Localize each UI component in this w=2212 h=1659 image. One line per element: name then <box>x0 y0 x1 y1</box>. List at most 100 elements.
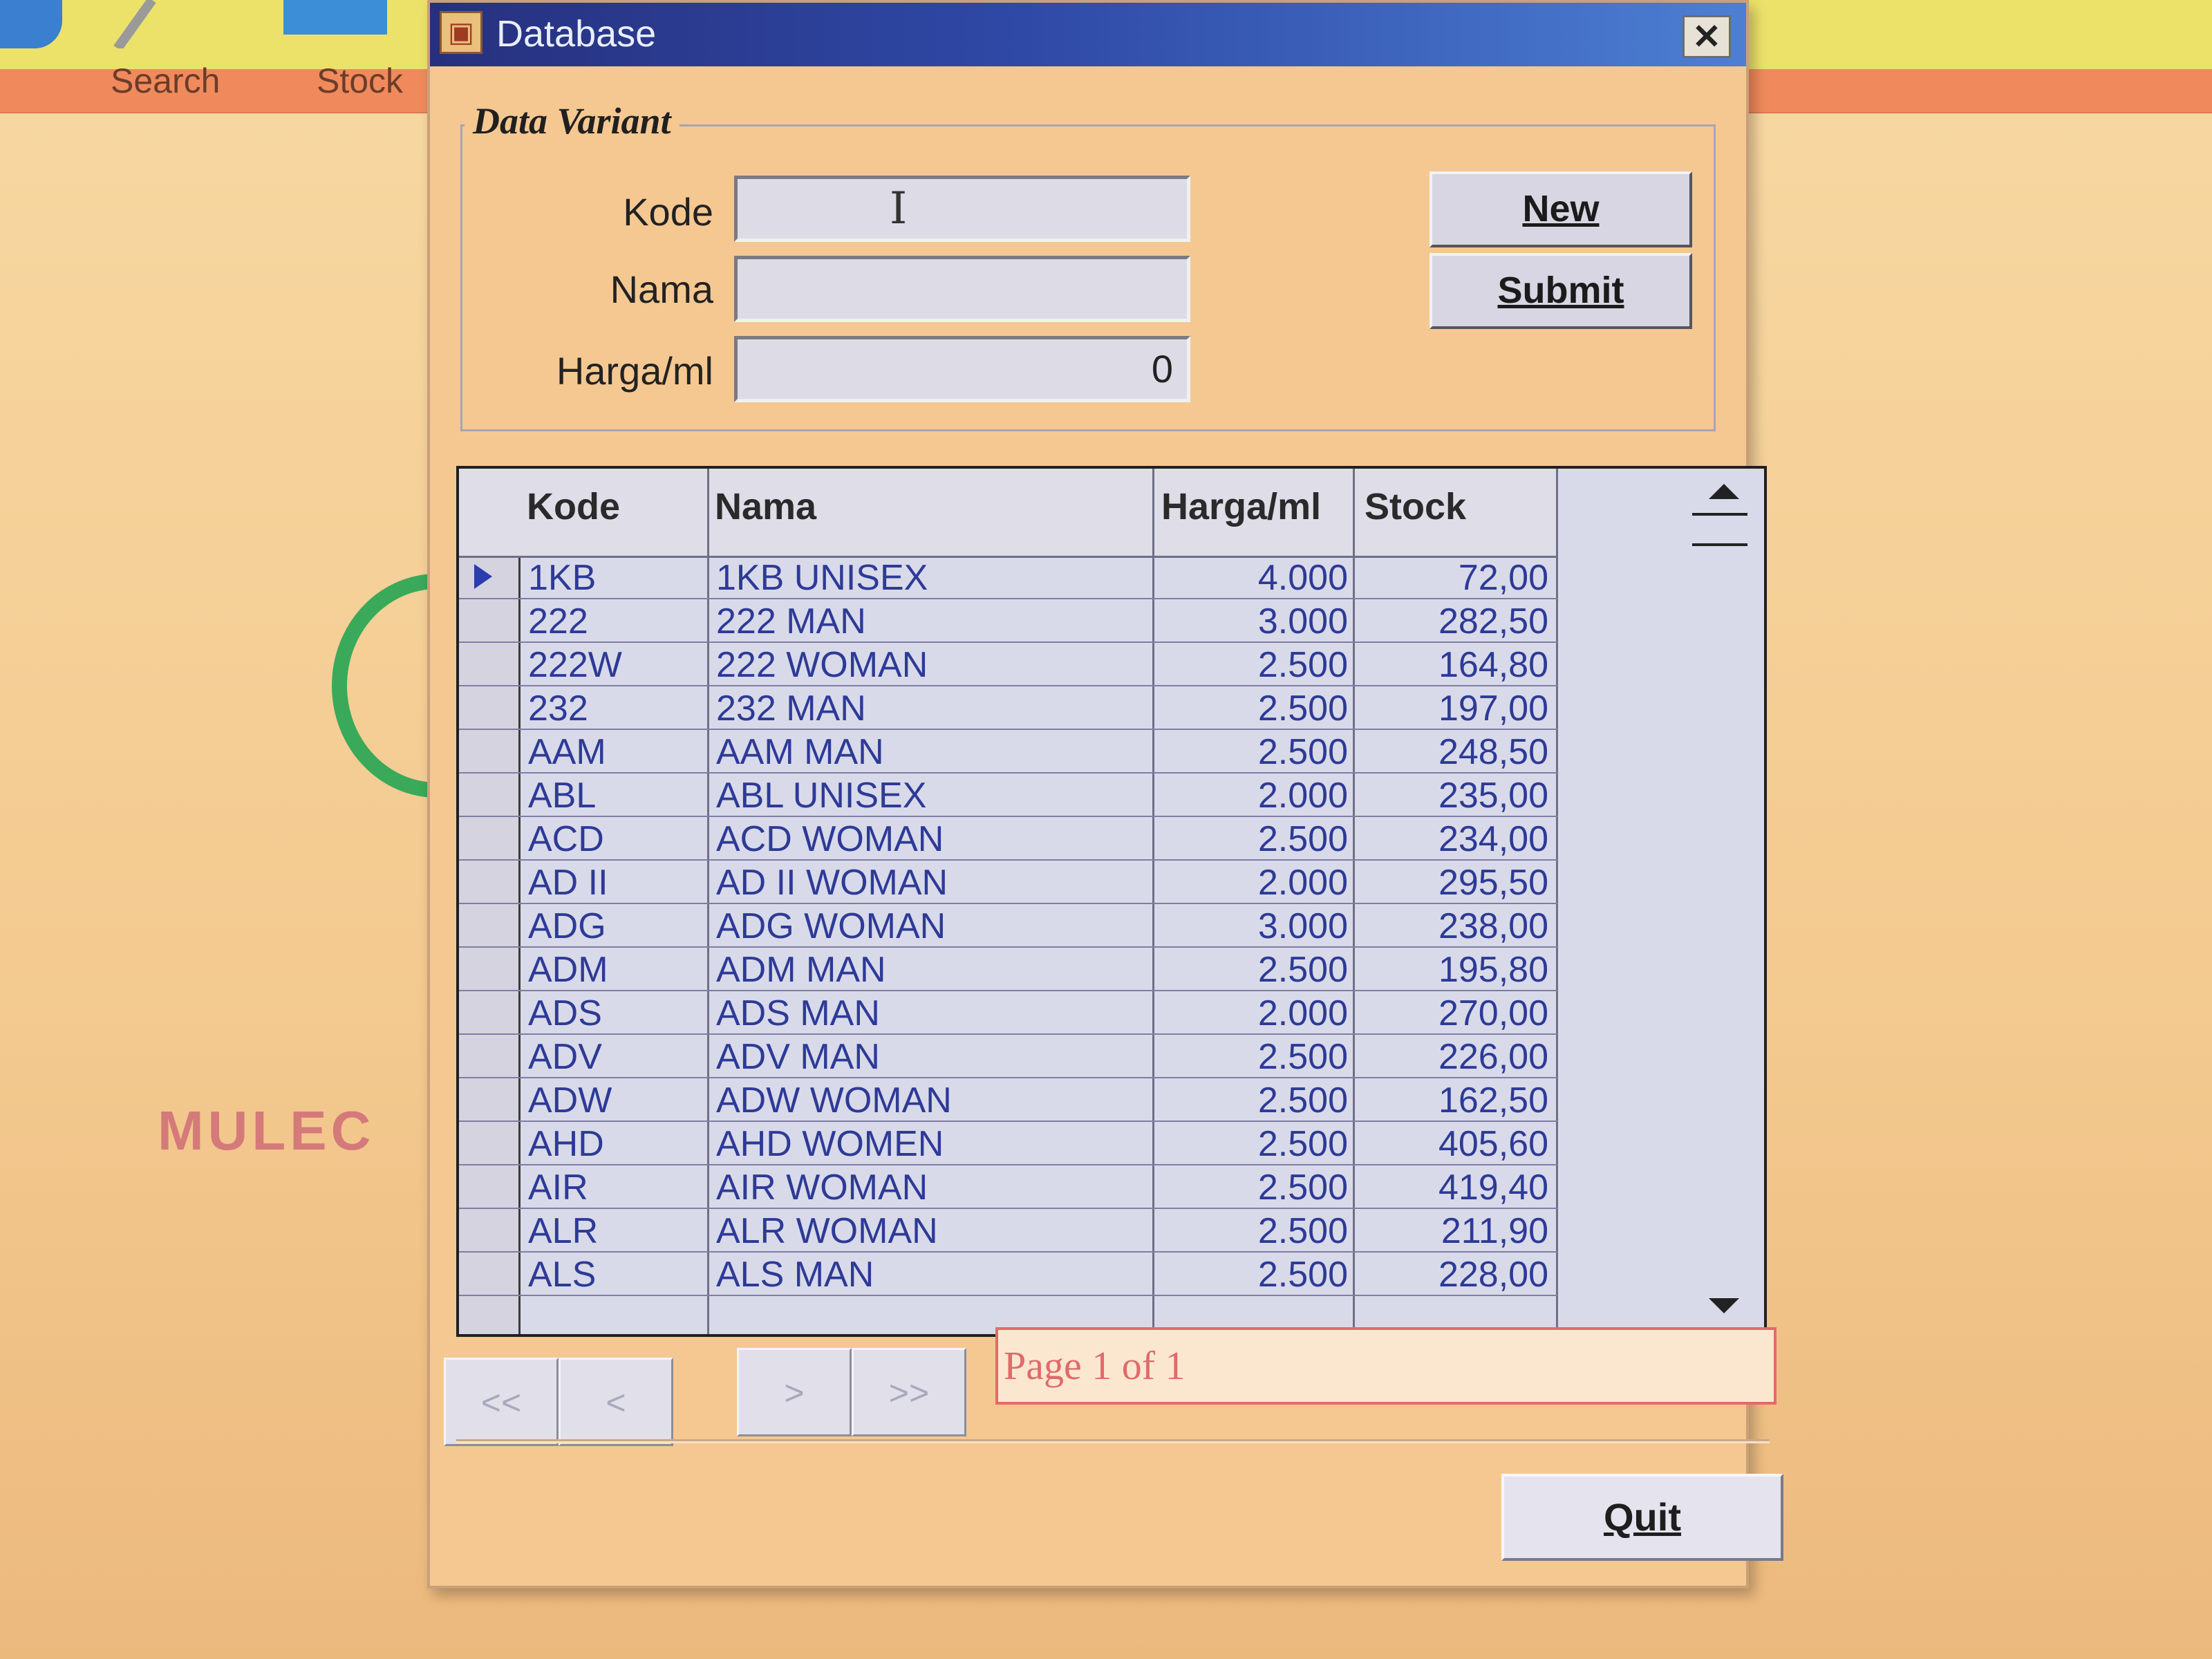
first-page-button[interactable]: << <box>444 1358 559 1446</box>
cell-stock[interactable]: 195,80 <box>1358 948 1548 990</box>
cell-nama[interactable]: 1KB UNISEX <box>716 556 1145 598</box>
new-button[interactable]: New <box>1430 171 1692 247</box>
cell-harga[interactable]: 2.500 <box>1157 1035 1348 1077</box>
cell-nama[interactable]: ADV MAN <box>716 1035 1145 1077</box>
cell-stock[interactable]: 270,00 <box>1358 991 1548 1033</box>
cell-nama[interactable]: ABL UNISEX <box>716 774 1145 816</box>
app-icon[interactable] <box>0 0 62 48</box>
cell-stock[interactable]: 234,00 <box>1358 817 1548 859</box>
cell-harga[interactable]: 2.500 <box>1157 643 1348 685</box>
cell-harga[interactable]: 2.500 <box>1157 1253 1348 1295</box>
table-row[interactable]: 222W 222 WOMAN 2.500 164,80 <box>459 643 1558 686</box>
cell-harga[interactable]: 2.500 <box>1157 1209 1348 1251</box>
cell-stock[interactable]: 248,50 <box>1358 730 1548 772</box>
cell-kode[interactable]: 1KB <box>528 556 701 598</box>
cell-stock[interactable]: 238,00 <box>1358 904 1548 946</box>
cell-nama[interactable]: ADW WOMAN <box>716 1078 1145 1121</box>
cell-nama[interactable]: ADS MAN <box>716 991 1145 1033</box>
cell-stock[interactable]: 197,00 <box>1358 686 1548 729</box>
cell-stock[interactable]: 235,00 <box>1358 774 1548 816</box>
table-row[interactable]: AAM AAM MAN 2.500 248,50 <box>459 730 1558 774</box>
scroll-thumb[interactable] <box>1692 513 1747 546</box>
cell-kode[interactable]: ADG <box>528 904 701 946</box>
cell-kode[interactable]: ADV <box>528 1035 701 1077</box>
cell-harga[interactable]: 2.500 <box>1157 948 1348 990</box>
table-row[interactable]: 232 232 MAN 2.500 197,00 <box>459 686 1558 730</box>
cell-nama[interactable]: AIR WOMAN <box>716 1165 1145 1208</box>
cell-kode[interactable]: ADW <box>528 1078 701 1121</box>
cell-stock[interactable]: 228,00 <box>1358 1253 1548 1295</box>
cell-nama[interactable]: AHD WOMEN <box>716 1122 1145 1164</box>
toolbar-search-label[interactable]: Search <box>111 61 220 101</box>
cell-nama[interactable]: ADM MAN <box>716 948 1145 990</box>
cell-harga[interactable]: 2.000 <box>1157 861 1348 903</box>
cell-nama[interactable]: ALR WOMAN <box>716 1209 1145 1251</box>
cell-kode[interactable]: ADS <box>528 991 701 1033</box>
cell-stock[interactable]: 162,50 <box>1358 1078 1548 1121</box>
table-row[interactable]: AIR AIR WOMAN 2.500 419,40 <box>459 1165 1558 1209</box>
toolbar-stock-label[interactable]: Stock <box>317 61 403 101</box>
cell-harga[interactable]: 2.500 <box>1157 1078 1348 1121</box>
scroll-up-icon[interactable] <box>1709 484 1739 499</box>
table-row[interactable]: AHD AHD WOMEN 2.500 405,60 <box>459 1122 1558 1165</box>
search-icon[interactable] <box>104 0 159 52</box>
quit-button[interactable]: Quit <box>1501 1474 1783 1561</box>
cell-stock[interactable]: 405,60 <box>1358 1122 1548 1164</box>
cell-kode[interactable]: ABL <box>528 774 701 816</box>
cell-stock[interactable]: 211,90 <box>1358 1209 1548 1251</box>
cell-harga[interactable]: 2.500 <box>1157 730 1348 772</box>
cell-nama[interactable]: 222 MAN <box>716 599 1145 641</box>
vertical-scrollbar[interactable] <box>1681 469 1764 1334</box>
last-page-button[interactable]: >> <box>852 1348 966 1436</box>
cell-kode[interactable]: AAM <box>528 730 701 772</box>
cell-kode[interactable]: ALS <box>528 1253 701 1295</box>
table-row[interactable]: ADS ADS MAN 2.000 270,00 <box>459 991 1558 1035</box>
close-button[interactable]: ✕ <box>1683 15 1731 58</box>
cell-stock[interactable]: 164,80 <box>1358 643 1548 685</box>
cell-kode[interactable]: 222W <box>528 643 701 685</box>
next-page-button[interactable]: > <box>737 1348 852 1436</box>
cell-harga[interactable]: 2.500 <box>1157 817 1348 859</box>
table-row[interactable]: 1KB 1KB UNISEX 4.000 72,00 <box>459 556 1558 599</box>
cell-stock[interactable]: 282,50 <box>1358 599 1548 641</box>
cell-stock[interactable]: 295,50 <box>1358 861 1548 903</box>
cell-kode[interactable]: 232 <box>528 686 701 729</box>
cell-kode[interactable]: ACD <box>528 817 701 859</box>
cell-nama[interactable]: ACD WOMAN <box>716 817 1145 859</box>
cell-stock[interactable]: 419,40 <box>1358 1165 1548 1208</box>
table-row[interactable]: ALR ALR WOMAN 2.500 211,90 <box>459 1209 1558 1253</box>
cell-harga[interactable]: 3.000 <box>1157 599 1348 641</box>
table-row[interactable]: 222 222 MAN 3.000 282,50 <box>459 599 1558 643</box>
cell-nama[interactable]: 232 MAN <box>716 686 1145 729</box>
cell-harga[interactable]: 3.000 <box>1157 904 1348 946</box>
table-row[interactable]: ALS ALS MAN 2.500 228,00 <box>459 1253 1558 1296</box>
nama-input[interactable] <box>734 256 1190 322</box>
kode-input[interactable]: I <box>734 176 1190 242</box>
titlebar[interactable]: ▣ Database ✕ <box>430 3 1746 66</box>
cell-harga[interactable]: 2.500 <box>1157 686 1348 729</box>
cell-nama[interactable]: AAM MAN <box>716 730 1145 772</box>
scroll-down-icon[interactable] <box>1709 1298 1739 1313</box>
cell-kode[interactable]: AD II <box>528 861 701 903</box>
stock-icon[interactable] <box>283 0 387 35</box>
table-row[interactable]: ADG ADG WOMAN 3.000 238,00 <box>459 904 1558 948</box>
cell-kode[interactable]: AHD <box>528 1122 701 1164</box>
cell-harga[interactable]: 2.500 <box>1157 1165 1348 1208</box>
cell-harga[interactable]: 2.500 <box>1157 1122 1348 1164</box>
cell-nama[interactable]: ADG WOMAN <box>716 904 1145 946</box>
cell-kode[interactable]: ALR <box>528 1209 701 1251</box>
table-row[interactable]: ADV ADV MAN 2.500 226,00 <box>459 1035 1558 1078</box>
prev-page-button[interactable]: < <box>559 1358 673 1446</box>
table-row[interactable]: ADW ADW WOMAN 2.500 162,50 <box>459 1078 1558 1122</box>
harga-input[interactable]: 0 <box>734 336 1190 402</box>
variant-grid[interactable]: Kode Nama Harga/ml Stock 1KB 1KB UNISEX 4.… <box>456 466 1767 1337</box>
table-row[interactable]: ACD ACD WOMAN 2.500 234,00 <box>459 817 1558 861</box>
cell-kode[interactable]: ADM <box>528 948 701 990</box>
cell-harga[interactable]: 2.000 <box>1157 991 1348 1033</box>
cell-kode[interactable]: AIR <box>528 1165 701 1208</box>
cell-harga[interactable]: 2.000 <box>1157 774 1348 816</box>
table-row[interactable]: ADM ADM MAN 2.500 195,80 <box>459 948 1558 991</box>
table-row[interactable]: AD II AD II WOMAN 2.000 295,50 <box>459 861 1558 904</box>
cell-nama[interactable]: 222 WOMAN <box>716 643 1145 685</box>
submit-button[interactable]: Submit <box>1430 253 1692 329</box>
